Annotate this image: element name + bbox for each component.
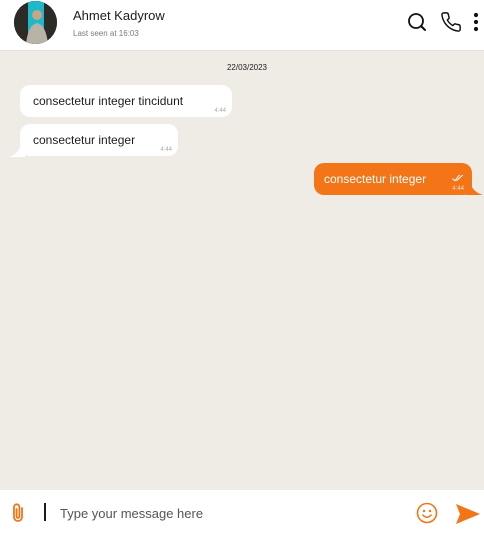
message-composer [0,490,484,534]
message-bubble-outgoing[interactable]: consectetur integer 4:44 [314,163,472,195]
paperclip-icon[interactable] [10,502,28,524]
input-divider [44,503,46,521]
send-icon[interactable] [455,503,481,525]
contact-name[interactable]: Ahmet Kadyrow [73,8,165,23]
search-icon[interactable] [406,11,428,33]
message-bubble-incoming[interactable]: consectetur integer 4:44 [20,124,178,156]
last-seen-status: Last seen at 16:03 [73,29,139,38]
message-text: consectetur integer tincidunt [33,94,184,108]
more-vertical-icon[interactable] [470,11,482,33]
avatar[interactable] [14,1,57,44]
message-time: 4:44 [160,147,172,153]
message-text: consectetur integer [324,172,427,186]
phone-icon[interactable] [440,11,462,33]
message-time: 4:44 [214,108,226,114]
message-time: 4:44 [452,186,464,192]
emoji-icon[interactable] [416,502,438,524]
message-text: consectetur integer [33,133,136,147]
chat-header: Ahmet Kadyrow Last seen at 16:03 [0,0,484,51]
date-separator: 22/03/2023 [226,63,268,72]
message-bubble-incoming[interactable]: consectetur integer tincidunt 4:44 [20,85,232,117]
message-input[interactable] [60,502,390,524]
double-check-icon [452,174,464,182]
